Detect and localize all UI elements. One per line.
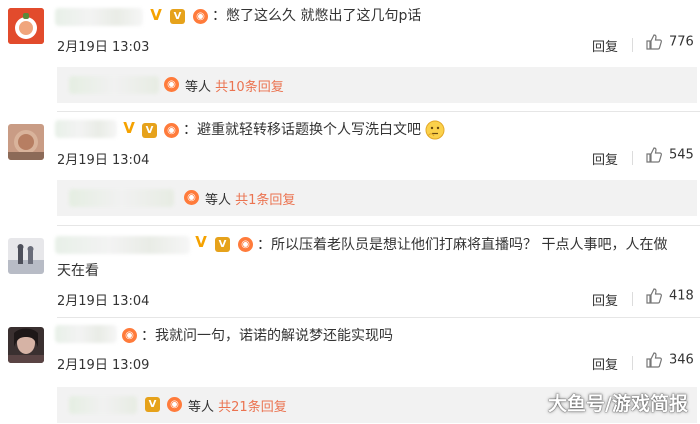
like-count: 776	[669, 34, 694, 50]
fire-badge-icon: ◉	[193, 9, 208, 24]
comment-date: 2月19日 13:09	[57, 358, 150, 373]
divider	[57, 111, 700, 112]
sub-replies-count-link[interactable]: 共10条回复	[215, 80, 284, 95]
comment-date: 2月19日 13:03	[57, 40, 150, 55]
sub-replies-text: 等人 共21条回复	[188, 396, 287, 415]
thumbs-up-icon	[646, 352, 662, 368]
fire-badge-icon: ◉	[184, 190, 199, 205]
comment-text-line1: ：所以压着老队员是想让他们打麻将直播吗？ 干点人事吧，人在做	[257, 237, 668, 253]
username-blurred[interactable]	[55, 8, 143, 26]
sub-username-blurred[interactable]	[69, 189, 174, 207]
like-count: 346	[669, 352, 694, 368]
comment-text-line2: 天在看	[57, 263, 99, 279]
separator	[632, 151, 633, 165]
avatar[interactable]	[8, 327, 44, 363]
comment-text: ：避重就轻转移话题换个人写洗白文吧	[183, 118, 445, 142]
avatar[interactable]	[8, 124, 44, 160]
like-button[interactable]: 776	[645, 33, 694, 51]
avatar[interactable]	[8, 8, 44, 44]
sub-replies-bar: ◉ 等人 共10条回复	[57, 67, 697, 103]
like-count: 418	[669, 288, 694, 304]
like-button[interactable]: 346	[645, 351, 694, 369]
avatar-image	[8, 124, 44, 160]
like-count: 545	[669, 147, 694, 163]
thumbs-up-icon	[646, 147, 662, 163]
reply-button[interactable]: 回复	[592, 354, 618, 373]
fire-badge-icon: ◉	[238, 237, 253, 252]
avatar-image	[8, 238, 44, 274]
sub-username-blurred[interactable]	[69, 76, 159, 94]
avatar[interactable]	[8, 238, 44, 274]
comment-text: ：我就问一句，诺诺的解说梦还能实现吗	[141, 328, 393, 344]
fire-badge-icon: ◉	[167, 397, 182, 412]
sub-replies-text: 等人 共10条回复	[185, 76, 284, 95]
verified-v-icon: V	[150, 6, 162, 24]
sub-replies-who: 等人	[185, 80, 212, 95]
divider	[57, 225, 700, 226]
username-blurred[interactable]	[55, 325, 117, 343]
avatar-image	[8, 327, 44, 363]
separator	[632, 292, 633, 306]
sub-replies-who: 等人	[205, 193, 232, 208]
comment-text-content: ：避重就轻转移话题换个人写洗白文吧	[183, 122, 421, 138]
fire-badge-icon: ◉	[164, 123, 179, 138]
sub-replies-text: 等人 共1条回复	[205, 189, 295, 208]
vip-badge-icon: Ⅴ	[215, 237, 230, 252]
comment-date: 2月19日 13:04	[57, 153, 150, 168]
thinking-emoji-icon	[425, 120, 445, 140]
vip-badge-icon: Ⅴ	[145, 397, 160, 412]
fire-badge-icon: ◉	[164, 77, 179, 92]
like-button[interactable]: 545	[645, 146, 694, 164]
watermark-text: 大鱼号/游戏简报	[548, 393, 688, 415]
sub-replies-bar: ◉ 等人 共1条回复	[57, 180, 697, 216]
separator	[632, 38, 633, 52]
thumbs-up-icon	[646, 288, 662, 304]
verified-v-icon: V	[123, 119, 135, 137]
sub-replies-who: 等人	[188, 400, 215, 415]
reply-button[interactable]: 回复	[592, 149, 618, 168]
username-blurred[interactable]	[55, 120, 117, 138]
separator	[632, 356, 633, 370]
reply-button[interactable]: 回复	[592, 290, 618, 309]
sub-replies-count-link[interactable]: 共1条回复	[235, 193, 295, 208]
comment-date: 2月19日 13:04	[57, 294, 150, 309]
username-blurred[interactable]	[55, 236, 190, 254]
fire-badge-icon: ◉	[122, 328, 137, 343]
comment-text: ：憋了这么久 就憋出了这几句p话	[212, 8, 422, 24]
reply-button[interactable]: 回复	[592, 36, 618, 55]
avatar-image	[8, 8, 44, 44]
like-button[interactable]: 418	[645, 287, 694, 305]
divider	[57, 317, 700, 318]
vip-badge-icon: Ⅴ	[170, 9, 185, 24]
sub-replies-count-link[interactable]: 共21条回复	[218, 400, 287, 415]
thumbs-up-icon	[646, 34, 662, 50]
vip-badge-icon: Ⅴ	[142, 123, 157, 138]
sub-username-blurred[interactable]	[69, 396, 137, 414]
verified-v-icon: V	[195, 233, 207, 251]
